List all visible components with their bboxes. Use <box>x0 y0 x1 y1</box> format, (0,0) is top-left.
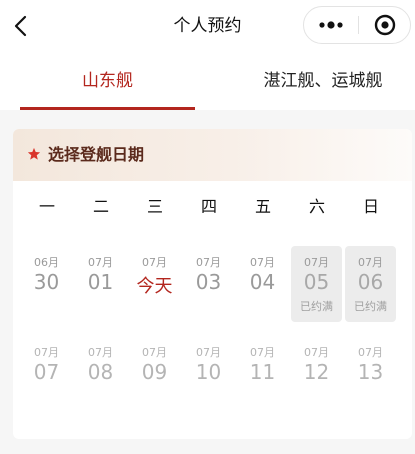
top-navigation-bar: 个人预约 <box>0 0 415 52</box>
weekday-wed: 三 <box>146 197 163 216</box>
day-month: 07月 <box>142 346 167 359</box>
calendar-day[interactable]: 07月 13 <box>345 336 396 412</box>
more-dots-icon <box>319 21 343 29</box>
weekday-sat: 六 <box>308 197 325 216</box>
day-month: 07月 <box>88 256 113 269</box>
day-month: 07月 <box>250 346 275 359</box>
calendar-day[interactable]: 07月 07 <box>21 336 72 412</box>
tab-zhanjiang-yuncheng[interactable]: 湛江舰、运城舰 <box>248 52 398 110</box>
miniprogram-capsule <box>303 6 411 44</box>
ship-tabs: 山东舰 湛江舰、运城舰 <box>0 52 415 110</box>
tab-shandong[interactable]: 山东舰 <box>20 52 195 110</box>
day-number: 01 <box>87 270 114 294</box>
calendar-day[interactable]: 07月 10 <box>183 336 234 412</box>
calendar-day[interactable]: 07月 11 <box>237 336 288 412</box>
day-month: 07月 <box>196 256 221 269</box>
day-number: 06 <box>357 270 384 294</box>
date-selection-card: 选择登舰日期 一 二 三 四 五 六 日 06月 30 07月 01 07月 今… <box>13 129 412 439</box>
day-status: 已约满 <box>354 300 387 313</box>
weekday-header: 一 二 三 四 五 六 日 <box>13 181 412 233</box>
day-number: 11 <box>249 360 276 384</box>
day-month: 06月 <box>34 256 59 269</box>
calendar-day[interactable]: 07月 03 <box>183 246 234 322</box>
day-month: 07月 <box>88 346 113 359</box>
calendar-day[interactable]: 07月 04 <box>237 246 288 322</box>
target-circle-icon <box>374 14 396 36</box>
back-button[interactable] <box>6 10 38 42</box>
weekday-fri: 五 <box>254 197 271 216</box>
calendar-day-full[interactable]: 07月 05 已约满 <box>291 246 342 322</box>
day-month: 07月 <box>358 256 383 269</box>
day-month: 07月 <box>34 346 59 359</box>
day-month: 07月 <box>358 346 383 359</box>
day-month: 07月 <box>196 346 221 359</box>
calendar-day[interactable]: 07月 01 <box>75 246 126 322</box>
day-number: 08 <box>87 360 114 384</box>
day-month: 07月 <box>304 256 329 269</box>
day-number: 03 <box>195 270 222 294</box>
day-number: 13 <box>357 360 384 384</box>
weekday-mon: 一 <box>38 197 55 216</box>
star-icon <box>27 147 41 160</box>
weekday-sun: 日 <box>362 197 379 216</box>
day-number: 05 <box>303 270 330 294</box>
calendar-day[interactable]: 06月 30 <box>21 246 72 322</box>
close-miniprogram-button[interactable] <box>359 7 411 43</box>
day-month: 07月 <box>250 256 275 269</box>
chevron-left-icon <box>14 15 27 37</box>
day-number: 今天 <box>136 276 173 297</box>
day-month: 07月 <box>142 256 167 269</box>
weekday-thu: 四 <box>200 197 217 216</box>
calendar-day-full[interactable]: 07月 06 已约满 <box>345 246 396 322</box>
day-status: 已约满 <box>300 300 333 313</box>
calendar-day[interactable]: 07月 09 <box>129 336 180 412</box>
day-number: 12 <box>303 360 330 384</box>
day-number: 04 <box>249 270 276 294</box>
day-number: 09 <box>141 360 168 384</box>
calendar-day[interactable]: 07月 08 <box>75 336 126 412</box>
more-menu-button[interactable] <box>304 7 358 43</box>
day-number: 07 <box>33 360 60 384</box>
day-number: 30 <box>33 270 60 294</box>
card-title: 选择登舰日期 <box>48 145 145 164</box>
day-number: 10 <box>195 360 222 384</box>
calendar-day-today[interactable]: 07月 今天 <box>129 246 180 322</box>
card-header: 选择登舰日期 <box>13 129 412 181</box>
calendar-day[interactable]: 07月 12 <box>291 336 342 412</box>
weekday-tue: 二 <box>92 197 109 216</box>
active-tab-indicator <box>20 107 195 110</box>
day-month: 07月 <box>304 346 329 359</box>
